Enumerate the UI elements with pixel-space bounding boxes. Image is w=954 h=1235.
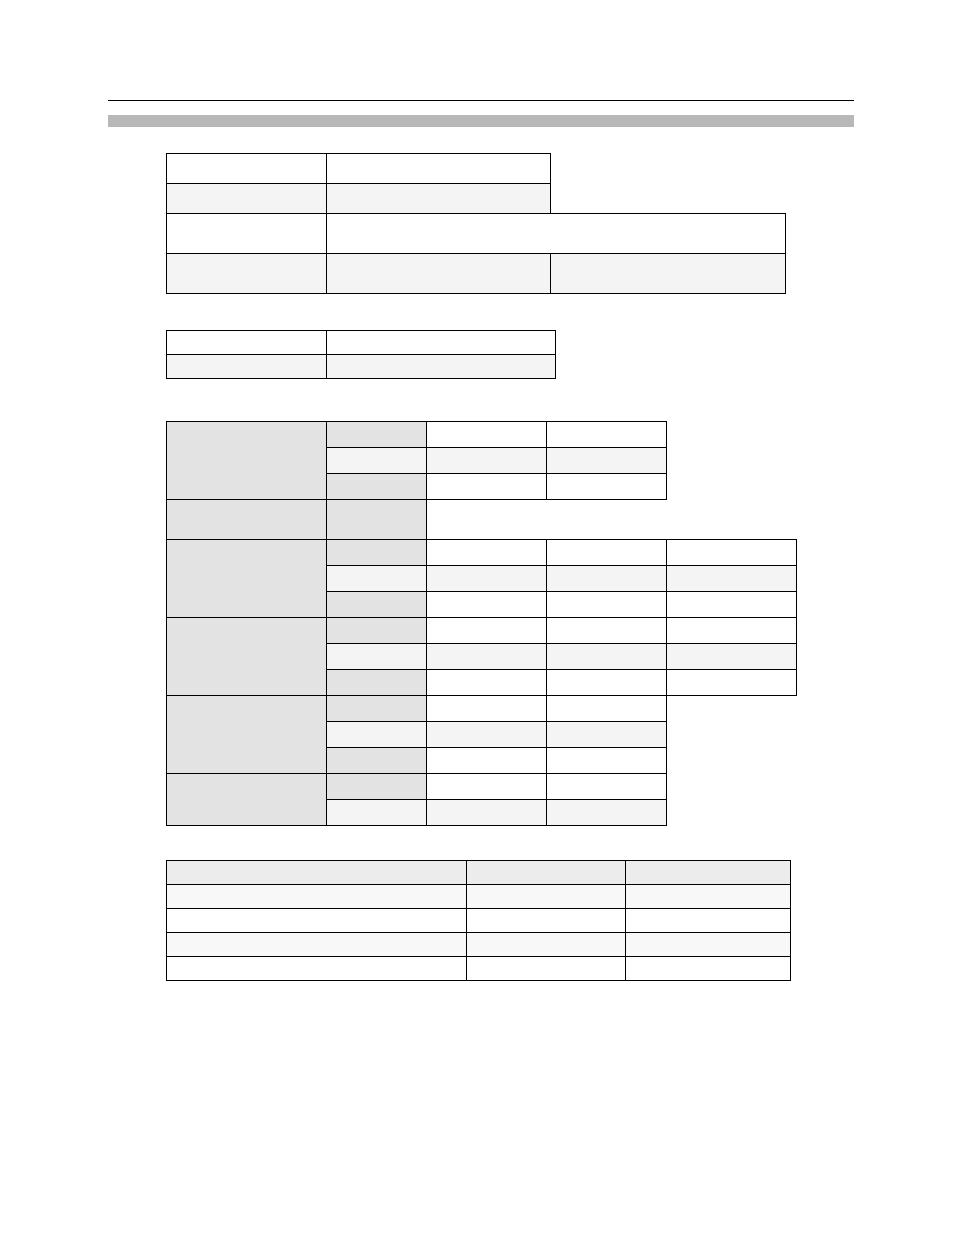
src-row2-desc[interactable] [167, 933, 467, 957]
rat-optemp-val [327, 500, 427, 540]
rat-rds-r0-a [427, 540, 547, 566]
rat-rds-r2-a [427, 592, 547, 618]
rat-cap-r2-k [327, 748, 427, 774]
rat-pkg-r0-k [327, 774, 427, 800]
rat-rds-r1-a [427, 566, 547, 592]
rat-abs-r0-b [547, 422, 667, 448]
rat-sw-head [167, 618, 327, 696]
ident-mfr-value [326, 254, 551, 294]
rat-rds-r1-b [547, 566, 667, 592]
rat-sw-r2-a [427, 670, 547, 696]
src-hdr-file [626, 861, 791, 885]
rat-sw-r0-k [327, 618, 427, 644]
rat-cap-head [167, 696, 327, 774]
ident-part-label [167, 154, 327, 184]
rat-sw-r2-k [327, 670, 427, 696]
general-spec-table [166, 330, 556, 379]
rat-sw-r1-c [667, 644, 797, 670]
rat-pkg-r1-a [427, 800, 547, 826]
rat-abs-r0-a [427, 422, 547, 448]
src-row3-file[interactable] [626, 957, 791, 981]
rat-sw-r0-c [667, 618, 797, 644]
rat-pkg-r1-k [327, 800, 427, 826]
src-row1-desc[interactable] [167, 909, 467, 933]
rat-cap-r2-a [427, 748, 547, 774]
ident-process-value [326, 184, 551, 214]
gen-app-label [167, 355, 327, 379]
rat-rds-head [167, 540, 327, 618]
src-row3-desc[interactable] [167, 957, 467, 981]
ident-process-label [167, 184, 327, 214]
rat-pkg-r0-a [427, 774, 547, 800]
rat-rds-r0-c [667, 540, 797, 566]
rat-cap-r1-b [547, 722, 667, 748]
rat-sw-r2-c [667, 670, 797, 696]
rat-abs-r2-k [327, 474, 427, 500]
rat-sw-r1-k [327, 644, 427, 670]
src-row2-spec[interactable] [466, 933, 626, 957]
rat-optemp-head [167, 500, 327, 540]
rat-abs-r1-a [427, 448, 547, 474]
rat-cap-r0-a [427, 696, 547, 722]
rat-sw-r1-a [427, 644, 547, 670]
rat-rds-r2-b [547, 592, 667, 618]
rat-abs-r1-b [547, 448, 667, 474]
rat-abs-r0-k [327, 422, 427, 448]
rat-pkg-head [167, 774, 327, 826]
gen-app-value [326, 355, 555, 379]
src-row0-file[interactable] [626, 885, 791, 909]
rat-abs-r2-b [547, 474, 667, 500]
sources-table [166, 860, 791, 981]
rat-cap-r0-b [547, 696, 667, 722]
src-row3-spec[interactable] [466, 957, 626, 981]
src-hdr-desc [167, 861, 467, 885]
src-row2-file[interactable] [626, 933, 791, 957]
ident-mfr-extra [551, 254, 786, 294]
identification-table [166, 153, 786, 294]
ident-part-value [326, 154, 551, 184]
rat-rds-r1-k [327, 566, 427, 592]
rat-sw-r2-b [547, 670, 667, 696]
rat-sw-r0-b [547, 618, 667, 644]
gen-env-label [167, 331, 327, 355]
rat-sw-r1-b [547, 644, 667, 670]
header-rule [108, 100, 854, 101]
gen-env-value [326, 331, 555, 355]
src-hdr-spec [466, 861, 626, 885]
rat-rds-r1-c [667, 566, 797, 592]
rat-cap-r0-k [327, 696, 427, 722]
page-title-band [108, 115, 854, 127]
rat-sw-r0-a [427, 618, 547, 644]
src-row1-file[interactable] [626, 909, 791, 933]
rat-pkg-r0-b [547, 774, 667, 800]
rat-abs-head [167, 422, 327, 500]
rat-rds-r0-b [547, 540, 667, 566]
rat-rds-r0-k [327, 540, 427, 566]
rat-rds-r2-k [327, 592, 427, 618]
rat-cap-r1-k [327, 722, 427, 748]
src-row1-spec[interactable] [466, 909, 626, 933]
rat-pkg-r1-b [547, 800, 667, 826]
rat-rds-r2-c [667, 592, 797, 618]
rat-abs-r2-a [427, 474, 547, 500]
src-row0-spec[interactable] [466, 885, 626, 909]
rat-abs-r1-k [327, 448, 427, 474]
ident-desc-label [167, 214, 327, 254]
ident-mfr-label [167, 254, 327, 294]
rat-cap-r2-b [547, 748, 667, 774]
rat-cap-r1-a [427, 722, 547, 748]
src-row0-desc[interactable] [167, 885, 467, 909]
ratings-table [166, 421, 797, 826]
ident-desc-value [326, 214, 785, 254]
